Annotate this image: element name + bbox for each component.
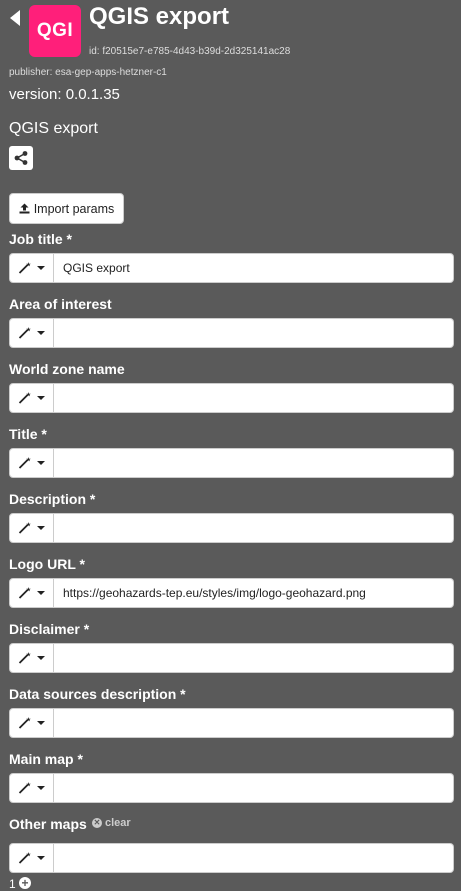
field-label: Title *	[9, 426, 47, 442]
field-input[interactable]	[54, 253, 454, 283]
caret-down-icon	[37, 526, 45, 530]
field-input[interactable]	[54, 578, 454, 608]
wand-icon	[18, 652, 31, 664]
field-input[interactable]	[54, 318, 454, 348]
caret-down-icon	[37, 721, 45, 725]
field-input[interactable]	[54, 708, 454, 738]
field-label: Job title *	[9, 231, 73, 247]
field-input[interactable]	[54, 448, 454, 478]
field-row	[9, 318, 454, 348]
wand-icon	[18, 392, 31, 404]
field-input[interactable]	[54, 383, 454, 413]
field-label: Main map *	[9, 751, 83, 767]
import-params-button[interactable]: Import params	[9, 193, 124, 224]
caret-down-icon	[37, 266, 45, 270]
field-row	[9, 773, 454, 803]
field-row	[9, 843, 454, 873]
value-source-dropdown[interactable]	[9, 578, 54, 608]
value-source-dropdown[interactable]	[9, 383, 54, 413]
value-source-dropdown[interactable]	[9, 513, 54, 543]
wand-icon	[18, 852, 31, 864]
field-label: Disclaimer *	[9, 621, 90, 637]
field-label: World zone name	[9, 361, 125, 377]
field-input[interactable]	[54, 643, 454, 673]
wand-icon	[18, 262, 31, 274]
clear-other-maps-button[interactable]: ✕ clear	[92, 817, 131, 829]
field-input[interactable]	[54, 843, 454, 873]
caret-down-icon	[37, 396, 45, 400]
value-source-dropdown[interactable]	[9, 318, 54, 348]
field-input[interactable]	[54, 773, 454, 803]
add-icon[interactable]: +	[19, 877, 31, 889]
wand-icon	[18, 782, 31, 794]
share-icon	[14, 151, 28, 165]
field-row	[9, 448, 454, 478]
value-source-dropdown[interactable]	[9, 448, 54, 478]
app-id: id: f20515e7-e785-4d43-b39d-2d325141ac28	[89, 46, 291, 57]
field-row	[9, 578, 454, 608]
field-label: Logo URL *	[9, 556, 85, 572]
value-source-dropdown[interactable]	[9, 643, 54, 673]
clear-icon: ✕	[92, 818, 102, 828]
field-label: Description *	[9, 491, 96, 507]
clear-label: clear	[105, 817, 131, 829]
back-icon[interactable]	[10, 10, 20, 26]
field-row	[9, 708, 454, 738]
value-source-dropdown[interactable]	[9, 253, 54, 283]
caret-down-icon	[37, 856, 45, 860]
wand-icon	[18, 457, 31, 469]
app-logo: QGI	[29, 5, 81, 57]
field-label: Data sources description *	[9, 686, 186, 702]
upload-icon	[19, 203, 30, 214]
version-text: version: 0.0.1.35	[9, 86, 120, 103]
app-title: QGIS export	[89, 3, 230, 30]
caret-down-icon	[37, 461, 45, 465]
field-row	[9, 253, 454, 283]
field-input[interactable]	[54, 513, 454, 543]
share-button[interactable]	[9, 146, 33, 170]
value-source-dropdown[interactable]	[9, 708, 54, 738]
publisher-text: publisher: esa-gep-apps-hetzner-c1	[9, 67, 167, 78]
caret-down-icon	[37, 786, 45, 790]
field-label: Area of interest	[9, 296, 112, 312]
caret-down-icon	[37, 331, 45, 335]
wand-icon	[18, 587, 31, 599]
wand-icon	[18, 717, 31, 729]
caret-down-icon	[37, 656, 45, 660]
caret-down-icon	[37, 591, 45, 595]
wand-icon	[18, 522, 31, 534]
field-row	[9, 643, 454, 673]
field-row	[9, 513, 454, 543]
value-source-dropdown[interactable]	[9, 773, 54, 803]
app-description: QGIS export	[9, 120, 98, 137]
value-source-dropdown[interactable]	[9, 843, 54, 873]
import-params-label: Import params	[33, 201, 115, 216]
field-row	[9, 383, 454, 413]
field-label: Other maps	[9, 816, 87, 832]
other-maps-count: 1	[9, 877, 16, 891]
wand-icon	[18, 327, 31, 339]
